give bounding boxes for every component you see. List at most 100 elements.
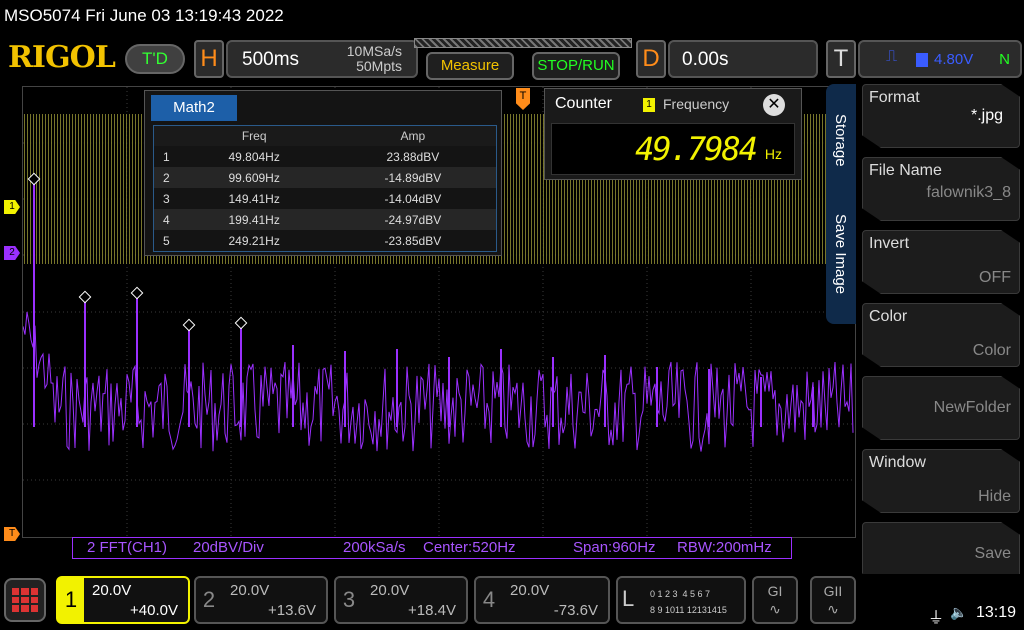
menu-item-label: Color [869,308,908,325]
math2-peak-window[interactable]: Math2 Freq Amp 1 49.804Hz 23.88dBV 2 99.609… [144,90,502,256]
generator-1-label: GI [767,583,783,599]
menu-item-color[interactable]: Color Color [862,303,1020,367]
fft-span: Span:960Hz [573,539,656,556]
channel-1-box[interactable]: 1 20.0V +40.0V [56,576,190,624]
generator-2-button[interactable]: GII ∿ [810,576,856,624]
row-amp: -14.04dBV [384,191,442,206]
logic-letter: L [622,586,635,611]
table-row: 5 249.21Hz -23.85dBV [154,230,496,251]
math2-tab[interactable]: Math2 [151,95,237,121]
peak-marker [182,318,196,332]
row-index: 2 [154,167,179,188]
speaker-icon[interactable]: 🔈 [950,604,967,621]
channel-3-box[interactable]: 3 20.0V +18.4V [334,576,468,624]
row-freq: 199.41Hz [178,209,330,230]
td-status-button[interactable]: T'D [125,44,185,74]
fft-rate: 200kSa/s [343,539,406,556]
menu-item-value: NewFolder [933,399,1011,416]
col-amp: Amp [329,126,496,146]
fft-scale: 20dBV/Div [193,539,264,556]
menu-item-invert[interactable]: Invert OFF [862,230,1020,294]
counter-title: Counter [555,95,612,112]
window-title: MSO5074 Fri June 03 13:19:43 2022 [4,6,284,25]
channel-offset: +13.6V [268,602,316,619]
channel-number: 3 [342,587,356,612]
menu-tabs: Storage Save Image [826,84,856,324]
sine-wave-icon: ∿ [769,601,781,617]
measure-button[interactable]: Measure [426,52,514,80]
logic-row-2: 8 9 1011 12131415 [650,605,727,615]
generator-2-label: GII [823,583,843,599]
table-row: 2 99.609Hz -14.89dBV [154,167,496,188]
channel-scale: 20.0V [230,582,270,599]
menu-item-label: Window [869,454,926,471]
ch1-marker[interactable]: 1 [4,200,20,214]
sample-rate: 10MSa/s [346,43,402,59]
channel-4-box[interactable]: 4 20.0V -73.6V [474,576,610,624]
row-freq: 149.41Hz [228,191,280,206]
menu-item-value: Color [972,342,1011,359]
close-icon[interactable]: ✕ [763,94,785,116]
row-index: 1 [162,149,170,164]
tab-storage[interactable]: Storage [832,114,849,167]
row-index: 5 [162,233,170,248]
row-amp: -24.97dBV [329,209,496,230]
delay-panel[interactable]: 0.00s [668,40,818,78]
horizontal-panel[interactable]: 500ms 10MSa/s 50Mpts [226,40,418,78]
channel-offset: +18.4V [408,602,456,619]
counter-source-badge: 1 [643,98,655,112]
channel-2-box[interactable]: 2 20.0V +13.6V [194,576,328,624]
counter-unit: Hz [764,146,782,162]
counter-window[interactable]: Counter 1 Frequency ✕ 49.7984 Hz [544,88,802,180]
channel-scale: 20.0V [510,582,550,599]
horizontal-letter[interactable]: H [194,40,224,78]
tab-save-image[interactable]: Save Image [832,214,849,294]
menu-item-label: Format [869,89,920,106]
channel-number: 4 [482,587,496,612]
home-grid-icon [12,588,38,612]
row-amp: -14.89dBV [329,167,496,188]
logic-channels: 0 1 2 3 4 5 6 7 8 9 1011 12131415 [650,586,727,618]
stop-run-button[interactable]: STOP/RUN [532,52,620,80]
menu-item-value: Hide [978,488,1011,505]
channel-offset: -73.6V [553,602,598,619]
counter-value: 49.7984 [635,130,758,168]
peak-table: Freq Amp 1 49.804Hz 23.88dBV 2 99.609Hz -14.… [153,125,497,252]
row-freq: 49.804Hz [228,149,280,164]
delay-value: 0.00s [682,49,729,70]
menu-item-value: Save [974,545,1011,562]
logic-row-1: 0 1 2 3 4 5 6 7 [650,589,711,599]
menu-item-label: Invert [869,235,910,252]
fft-info-bar[interactable]: 2 FFT(CH1) 20dBV/Div 200kSa/s Center:520… [72,537,792,559]
clock-time: 13:19 [976,604,1017,621]
ch2-marker[interactable]: 2 [4,246,20,260]
delay-letter[interactable]: D [636,40,666,78]
row-index: 3 [162,191,170,206]
menu-item-format[interactable]: Format *.jpg [862,84,1020,148]
peak-marker [130,286,144,300]
trigger-source-badge [916,53,928,67]
menu-item-window[interactable]: Window Hide [862,449,1020,513]
channel-scale: 20.0V [92,582,132,599]
usb-icon: ⏚ [928,610,945,627]
rising-edge-icon: ⎍ [886,48,898,65]
logic-analyzer-box[interactable]: L 0 1 2 3 4 5 6 7 8 9 1011 12131415 [616,576,746,624]
memory-depth: 50Mpts [356,58,402,74]
trigger-panel[interactable]: ⎍ 4.80V N [858,40,1022,78]
channel-number: 2 [202,587,216,612]
col-freq: Freq [178,126,330,146]
col-index [154,126,179,146]
row-amp: -23.85dBV [384,233,442,248]
menu-item-label: File Name [869,162,942,179]
table-row: 4 199.41Hz -24.97dBV [154,209,496,230]
trigger-letter[interactable]: T [826,40,856,78]
channel-offset: +40.0V [130,602,178,619]
menu-item-new-folder[interactable]: NewFolder [862,376,1020,440]
menu-item-file-name[interactable]: File Name falownik3_8 [862,157,1020,221]
channel-number: 1 [58,578,84,622]
row-index: 4 [154,209,179,230]
sine-wave-icon: ∿ [827,601,839,617]
peak-marker [27,172,41,186]
trigger-level-marker[interactable]: T [4,527,20,541]
generator-1-button[interactable]: GI ∿ [752,576,798,624]
